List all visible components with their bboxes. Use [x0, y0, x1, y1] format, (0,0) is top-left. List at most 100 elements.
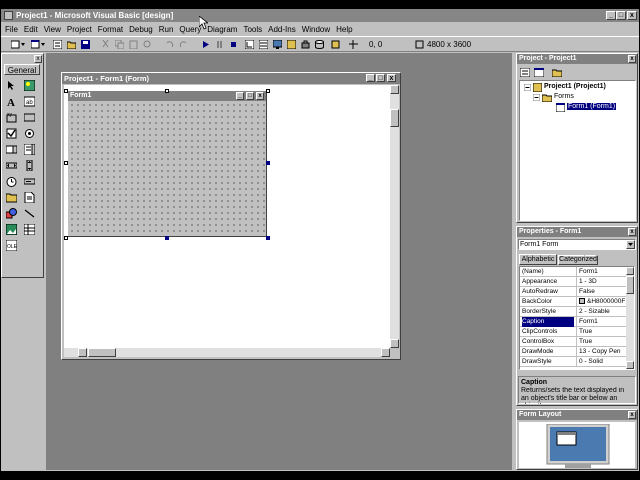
resize-handle[interactable]	[165, 236, 169, 240]
form-layout-close-button[interactable]: x	[628, 411, 636, 419]
property-value[interactable]: &H8000000F	[576, 297, 627, 307]
collapse-icon[interactable]	[533, 94, 540, 101]
property-value[interactable]: False	[576, 287, 627, 297]
redo-icon[interactable]	[179, 40, 188, 49]
component-manager-icon[interactable]	[331, 40, 340, 49]
end-icon[interactable]	[229, 40, 238, 49]
menu-project[interactable]: Project	[67, 25, 92, 34]
menu-tools[interactable]: Tools	[243, 25, 262, 34]
menu-file[interactable]: File	[5, 25, 18, 34]
hscroll-left-button[interactable]	[78, 348, 87, 357]
form1[interactable]: Form1 _ □ x	[67, 90, 267, 237]
label-icon[interactable]: A	[6, 96, 17, 107]
property-row[interactable]: ControlBox True	[520, 337, 627, 347]
menu-window[interactable]: Window	[302, 25, 330, 34]
property-row[interactable]: AutoRedraw False	[520, 287, 627, 297]
toolbox-tab-general[interactable]: General	[4, 64, 40, 75]
menu-diagram[interactable]: Diagram	[207, 25, 237, 34]
view-code-icon[interactable]	[520, 68, 530, 77]
copy-icon[interactable]	[115, 40, 124, 49]
project-explorer-close-button[interactable]: x	[628, 55, 636, 63]
designer-close-button[interactable]: x	[387, 74, 396, 82]
break-icon[interactable]	[215, 40, 224, 49]
designer-minimize-button[interactable]: _	[366, 74, 375, 82]
collapse-icon[interactable]	[524, 84, 531, 91]
cut-icon[interactable]	[101, 40, 110, 49]
data-icon[interactable]	[24, 224, 35, 235]
commandbutton-icon[interactable]	[24, 112, 35, 123]
property-row[interactable]: BorderStyle 2 - Sizable	[520, 307, 627, 317]
property-value[interactable]: Form1	[576, 267, 627, 277]
save-project-icon[interactable]	[81, 40, 90, 49]
tree-form1-item[interactable]: Form1 (Form1)	[567, 103, 617, 110]
property-row[interactable]: Caption Form1	[520, 317, 627, 327]
textbox-icon[interactable]: ab	[24, 96, 35, 107]
object-selector[interactable]: Form1 Form	[518, 239, 636, 250]
menu-add-ins[interactable]: Add-Ins	[268, 25, 296, 34]
maximize-button[interactable]: □	[616, 11, 626, 20]
grid-scroll-up-button[interactable]	[626, 267, 634, 275]
image-icon[interactable]	[6, 224, 17, 235]
hscroll-right-button[interactable]	[381, 348, 390, 357]
menu-view[interactable]: View	[44, 25, 61, 34]
close-button[interactable]: x	[627, 11, 637, 20]
property-row[interactable]: BackColor &H8000000F	[520, 297, 627, 307]
vscroll-down-button[interactable]	[390, 339, 399, 348]
menu-query[interactable]: Query	[179, 25, 201, 34]
paste-icon[interactable]	[129, 40, 138, 49]
tree-forms-folder[interactable]: Forms	[554, 93, 574, 100]
hscrollbar-icon[interactable]	[6, 160, 17, 171]
vscrollbar-icon[interactable]	[24, 160, 35, 171]
resize-handle[interactable]	[64, 161, 68, 165]
optionbutton-icon[interactable]	[24, 128, 35, 139]
designer-vscrollbar[interactable]	[390, 85, 399, 348]
add-project-icon[interactable]	[11, 40, 25, 49]
hscroll-thumb[interactable]	[88, 348, 116, 357]
menu-editor-icon[interactable]	[53, 40, 62, 49]
resize-handle[interactable]	[165, 89, 169, 93]
vscroll-thumb[interactable]	[390, 109, 399, 127]
pointer-icon[interactable]	[6, 80, 17, 91]
combobox-icon[interactable]	[6, 144, 17, 155]
grid-scroll-thumb[interactable]	[626, 276, 634, 294]
minimize-button[interactable]: _	[606, 11, 616, 20]
designer-hscrollbar[interactable]	[64, 348, 390, 357]
tab-alphabetic[interactable]: Alphabetic	[519, 254, 557, 265]
property-value[interactable]: 1 - 3D	[576, 277, 627, 287]
property-value[interactable]: True	[576, 337, 627, 347]
resize-handle[interactable]	[64, 89, 68, 93]
timer-icon[interactable]	[6, 176, 17, 187]
find-icon[interactable]	[143, 40, 152, 49]
grid-scroll-down-button[interactable]	[626, 361, 634, 369]
toolbox-close-button[interactable]: x	[34, 55, 42, 63]
menu-help[interactable]: Help	[336, 25, 352, 34]
undo-icon[interactable]	[165, 40, 174, 49]
picturebox-icon[interactable]	[24, 80, 35, 91]
resize-handle[interactable]	[266, 236, 270, 240]
designer-maximize-button[interactable]: □	[376, 74, 385, 82]
tree-project-root[interactable]: Project1 (Project1)	[544, 83, 606, 90]
property-grid-scrollbar[interactable]	[626, 267, 634, 369]
project-explorer-icon[interactable]	[245, 40, 254, 49]
data-view-icon[interactable]	[315, 40, 324, 49]
dirlistbox-icon[interactable]	[6, 192, 17, 203]
ole-icon[interactable]: OLE	[6, 240, 17, 251]
resize-handle[interactable]	[266, 161, 270, 165]
object-dropdown-button[interactable]	[626, 240, 635, 249]
resize-handle[interactable]	[266, 89, 270, 93]
properties-close-button[interactable]: x	[628, 228, 636, 236]
add-form-icon[interactable]	[31, 40, 45, 49]
menu-format[interactable]: Format	[98, 25, 123, 34]
shape-icon[interactable]	[6, 208, 17, 219]
property-value[interactable]: Form1	[576, 317, 627, 327]
frame-icon[interactable]: xy	[6, 112, 17, 123]
menu-debug[interactable]: Debug	[129, 25, 153, 34]
line-icon[interactable]	[24, 208, 35, 219]
vscroll-up-button[interactable]	[390, 85, 399, 94]
tab-categorized[interactable]: Categorized	[558, 255, 598, 265]
toolbox-icon[interactable]	[301, 40, 310, 49]
properties-window-icon[interactable]	[259, 40, 268, 49]
form-layout-icon[interactable]	[273, 40, 282, 49]
open-project-icon[interactable]	[67, 40, 76, 49]
menu-edit[interactable]: Edit	[24, 25, 38, 34]
